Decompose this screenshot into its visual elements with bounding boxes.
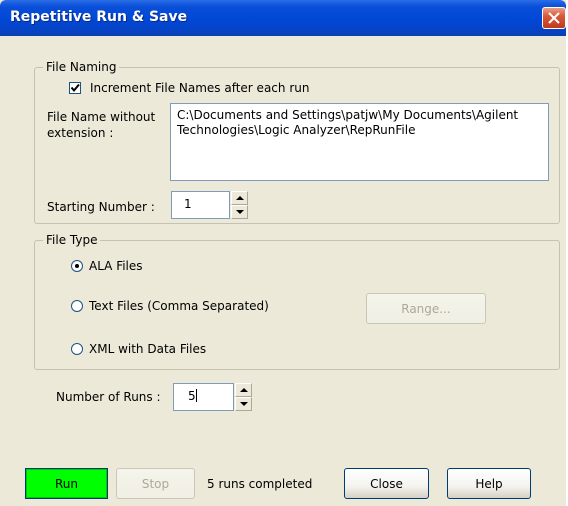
range-button[interactable]: Range... — [366, 293, 486, 324]
number-of-runs-input[interactable]: 5 — [173, 383, 234, 411]
radio-ala-files[interactable] — [71, 260, 83, 272]
radio-text-files[interactable] — [71, 300, 83, 312]
title-bar[interactable]: Repetitive Run & Save — [0, 0, 566, 36]
spin-up-button[interactable] — [235, 383, 252, 397]
help-button[interactable]: Help — [447, 468, 531, 499]
number-of-runs-label: Number of Runs : — [56, 390, 161, 404]
file-type-legend: File Type — [43, 233, 101, 247]
radio-xml-files[interactable] — [71, 343, 83, 355]
close-button[interactable]: Close — [344, 468, 429, 499]
file-naming-legend: File Naming — [43, 60, 120, 74]
window-title: Repetitive Run & Save — [10, 9, 188, 25]
arrow-up-icon — [236, 196, 244, 200]
text-cursor — [195, 389, 197, 402]
filename-label-line1: File Name without — [47, 110, 156, 124]
filename-label-line2: extension : — [47, 126, 114, 140]
close-window-button[interactable] — [542, 7, 566, 29]
radio-text-files-label: Text Files (Comma Separated) — [89, 299, 269, 313]
number-of-runs-spinner[interactable] — [235, 383, 252, 411]
run-button[interactable]: Run — [25, 468, 108, 499]
stop-button[interactable]: Stop — [116, 468, 195, 499]
starting-number-input[interactable]: 1 — [171, 191, 230, 219]
filename-input[interactable]: C:\Documents and Settings\patjw\My Docum… — [170, 103, 549, 181]
arrow-down-icon — [240, 402, 248, 406]
dialog-window: Repetitive Run & Save File Naming Increm… — [0, 0, 566, 506]
arrow-down-icon — [236, 210, 244, 214]
increment-filenames-checkbox[interactable] — [69, 82, 81, 94]
starting-number-label: Starting Number : — [47, 200, 155, 214]
radio-selected-dot — [75, 264, 79, 268]
radio-xml-files-label: XML with Data Files — [89, 342, 207, 356]
number-of-runs-value: 5 — [188, 389, 196, 403]
spin-up-button[interactable] — [231, 191, 248, 205]
radio-ala-files-label: ALA Files — [89, 259, 143, 273]
spin-down-button[interactable] — [231, 205, 248, 219]
increment-filenames-label: Increment File Names after each run — [90, 81, 310, 95]
starting-number-spinner[interactable] — [231, 191, 248, 219]
status-text: 5 runs completed — [207, 477, 313, 491]
spin-down-button[interactable] — [235, 397, 252, 411]
arrow-up-icon — [240, 388, 248, 392]
close-icon — [548, 12, 560, 24]
checkmark-icon — [70, 83, 80, 93]
